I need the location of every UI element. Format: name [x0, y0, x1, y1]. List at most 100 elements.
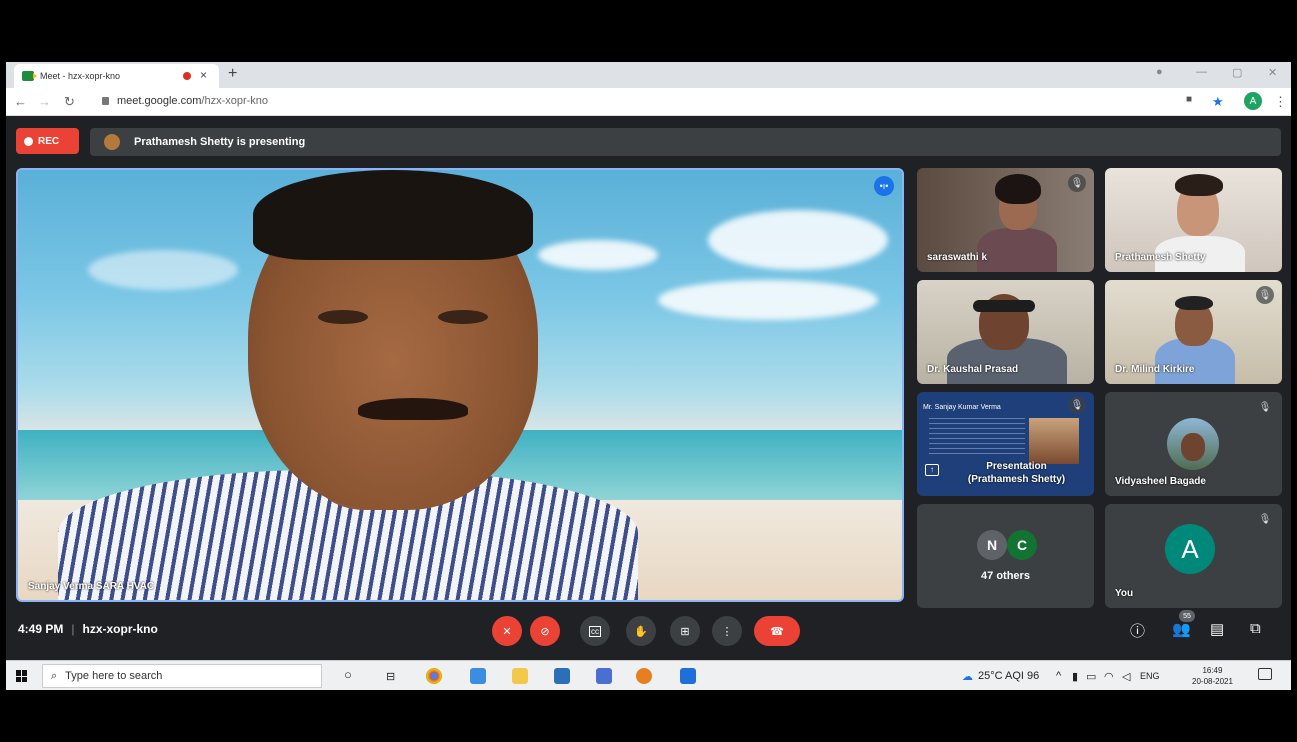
- participant-name: saraswathi k: [927, 252, 988, 263]
- recording-badge[interactable]: REC: [16, 128, 79, 154]
- presenter-avatar: [104, 134, 120, 150]
- notification-icon[interactable]: [1258, 668, 1272, 680]
- rec-label: REC: [38, 135, 60, 147]
- audio-level-icon: •ı•: [874, 176, 894, 196]
- camera-toggle-button[interactable]: ⊘: [530, 616, 560, 646]
- self-tile[interactable]: A 🎙 You: [1105, 504, 1282, 608]
- browser-menu-circle-icon[interactable]: ●: [1156, 66, 1163, 78]
- back-arrow-icon[interactable]: ←: [14, 94, 27, 109]
- participant-name: Dr. Milind Kirkire: [1115, 364, 1195, 375]
- presentation-tile[interactable]: Mr. Sanjay Kumar Verma 🎙 ↑ Presentation …: [917, 392, 1094, 496]
- taskbar-clock[interactable]: 16:49 20-08-2021: [1192, 665, 1233, 687]
- minimize-button[interactable]: —: [1196, 66, 1207, 78]
- url-field[interactable]: meet.google.com/hzx-xopr-kno: [102, 95, 268, 107]
- chat-icon[interactable]: ▤: [1210, 620, 1224, 638]
- weather-icon[interactable]: ☁: [962, 670, 973, 683]
- mail-icon[interactable]: [554, 668, 570, 684]
- participant-tile-prathamesh[interactable]: Prathamesh Shetty: [1105, 168, 1282, 272]
- main-speaker-video[interactable]: Sanjay Verma SARA HVAC •ı•: [16, 168, 904, 602]
- photos-icon[interactable]: [680, 668, 696, 684]
- camera-indicator-icon[interactable]: ■: [1186, 94, 1192, 105]
- url-path: /hzx-xopr-kno: [201, 95, 269, 107]
- speaker-icon[interactable]: ◁: [1122, 670, 1130, 683]
- taskbar-search-box[interactable]: ⌕ Type here to search: [42, 664, 322, 688]
- recording-dot-icon: [183, 72, 191, 80]
- wifi-icon[interactable]: ◠: [1104, 670, 1114, 683]
- captions-icon: cc: [589, 625, 601, 637]
- address-bar: ← → ↻ meet.google.com/hzx-xopr-kno ■ ★ A…: [6, 88, 1291, 116]
- browser-tab-meet[interactable]: Meet - hzx-xopr-kno ×: [14, 64, 219, 88]
- participant-tile-saraswathi[interactable]: 🎙 saraswathi k: [917, 168, 1094, 272]
- mic-tray-icon[interactable]: ▮: [1072, 670, 1078, 683]
- participant-tile-kaushal[interactable]: Dr. Kaushal Prasad: [917, 280, 1094, 384]
- meeting-time: 4:49 PM: [18, 622, 64, 636]
- weather-text[interactable]: 25°C AQI 96: [978, 670, 1039, 682]
- self-name: You: [1115, 588, 1134, 599]
- leave-call-button[interactable]: ☎: [754, 616, 800, 646]
- present-now-button[interactable]: ⊞: [670, 616, 700, 646]
- activities-icon[interactable]: ⧉: [1250, 620, 1261, 637]
- presenting-text: Prathamesh Shetty is presenting: [134, 136, 306, 148]
- mic-off-icon: 🎙: [1068, 396, 1086, 414]
- speaker-eye-left: [318, 310, 368, 324]
- hand-icon: ✋: [634, 625, 648, 638]
- language-indicator[interactable]: ENG: [1140, 671, 1160, 681]
- self-avatar: A: [1165, 524, 1215, 574]
- clock-time: 16:49: [1202, 666, 1223, 675]
- url-host: meet.google.com: [117, 95, 202, 107]
- mic-off-icon: 🎙: [1256, 510, 1274, 528]
- browser-tab-bar: Meet - hzx-xopr-kno × + ● — ▢ ✕: [6, 62, 1291, 88]
- mic-toggle-button[interactable]: ✕: [492, 616, 522, 646]
- profile-avatar[interactable]: A: [1244, 92, 1262, 110]
- windows-start-icon[interactable]: [16, 670, 28, 682]
- record-dot-icon: [24, 136, 33, 146]
- tab-close-button[interactable]: ×: [200, 68, 207, 82]
- browser-menu-icon[interactable]: ⋮: [1274, 94, 1287, 110]
- search-placeholder: Type here to search: [65, 670, 163, 682]
- participant-name: Prathamesh Shetty: [1115, 252, 1206, 263]
- bookmark-star-icon[interactable]: ★: [1212, 94, 1224, 110]
- raise-hand-button[interactable]: ✋: [626, 616, 656, 646]
- tray-chevron-icon[interactable]: ^: [1056, 670, 1061, 682]
- participant-tile-vidyasheel[interactable]: 🎙 Vidyasheel Bagade: [1105, 392, 1282, 496]
- search-icon: ⌕: [51, 669, 58, 682]
- reload-icon[interactable]: ↻: [64, 94, 75, 110]
- main-speaker-name: Sanjay Verma SARA HVAC: [28, 581, 155, 592]
- app-icon-badge[interactable]: [596, 668, 612, 684]
- presentation-label: Presentation (Prathamesh Shetty): [967, 461, 1066, 485]
- new-tab-button[interactable]: +: [228, 65, 237, 83]
- battery-icon[interactable]: ▭: [1086, 670, 1096, 683]
- paint-icon[interactable]: [636, 668, 652, 684]
- slide-photo: [1029, 418, 1079, 464]
- captions-button[interactable]: cc: [580, 616, 610, 646]
- task-view-icon[interactable]: ⊟: [386, 670, 395, 683]
- meeting-details-icon[interactable]: ⓘ: [1130, 620, 1145, 641]
- slide-title: Mr. Sanjay Kumar Verma: [923, 404, 1001, 411]
- cortana-icon[interactable]: ○: [344, 667, 352, 682]
- mic-off-icon: 🎙: [1068, 174, 1086, 192]
- maximize-button[interactable]: ▢: [1232, 66, 1242, 79]
- presenting-banner: Prathamesh Shetty is presenting: [90, 128, 1281, 156]
- participant-tile-milind[interactable]: 🎙 Dr. Milind Kirkire: [1105, 280, 1282, 384]
- more-vert-icon: ⋮: [721, 625, 733, 638]
- hang-up-icon: ☎: [770, 625, 784, 638]
- slide-text-lines: [929, 418, 1025, 454]
- mic-off-icon: ✕: [502, 625, 512, 638]
- lock-icon: [102, 97, 109, 105]
- meet-window: REC Prathamesh Shetty is presenting Sanj…: [6, 116, 1291, 660]
- meeting-info: 4:49 PM | hzx-xopr-kno: [18, 622, 158, 636]
- participant-name: Dr. Kaushal Prasad: [927, 364, 1019, 375]
- others-tile[interactable]: N C 47 others: [917, 504, 1094, 608]
- present-screen-icon: ↑: [925, 464, 939, 476]
- forward-arrow-icon[interactable]: →: [38, 94, 51, 109]
- more-options-button[interactable]: ⋮: [712, 616, 742, 646]
- participant-avatar: [1167, 418, 1219, 470]
- meet-favicon-icon: [22, 71, 37, 81]
- people-icon[interactable]: 👥: [1172, 620, 1191, 638]
- file-explorer-icon[interactable]: [512, 668, 528, 684]
- edge-icon[interactable]: [470, 668, 486, 684]
- close-window-button[interactable]: ✕: [1268, 66, 1277, 79]
- speaker-hair: [253, 170, 533, 260]
- chrome-icon[interactable]: [426, 668, 442, 684]
- meeting-code: hzx-xopr-kno: [82, 622, 158, 636]
